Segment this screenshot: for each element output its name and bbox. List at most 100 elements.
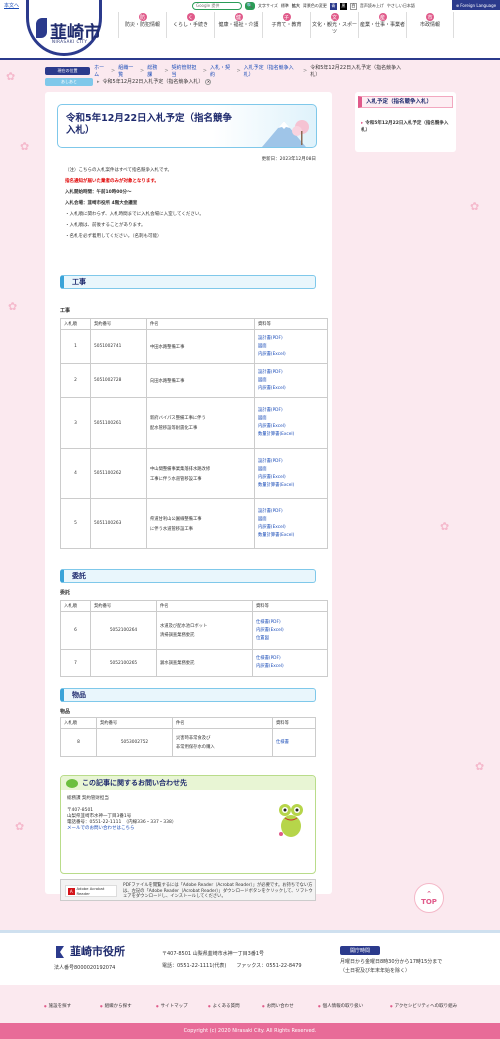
name-line: 清掃調査業務委託 (160, 633, 195, 638)
easy-japanese-button[interactable]: やさしい日本語 (387, 3, 415, 9)
footer-link-facility[interactable]: 施設を探す (44, 1003, 72, 1009)
footer-link-faq[interactable]: よくある質問 (208, 1003, 240, 1009)
footer-link-privacy[interactable]: 個人情報の取り扱い (318, 1003, 364, 1009)
sidebar-item-current[interactable]: 令和5年12月22日入札予定（指名競争入札） (361, 120, 451, 134)
footer-link-accessibility[interactable]: アクセシビリティへの取り組み (390, 1003, 458, 1009)
drawing-link[interactable]: 図面 (258, 516, 324, 524)
breadcrumb-nyusatsu[interactable]: 入札・契約 (210, 64, 234, 78)
footer-link-org[interactable]: 組織から探す (100, 1003, 132, 1009)
note-text-red: 指名通知が届いた業者のみが対象となります。 (65, 179, 159, 184)
spec-link[interactable]: 仕様書 (276, 739, 312, 747)
foreign-language-button[interactable]: ⊕ Foreign Language (452, 0, 500, 10)
note-time: 入札開始時間：午前10時00分～ (65, 190, 132, 195)
sakura-petal-icon: ✿ (440, 520, 450, 533)
breadcrumb-yotei[interactable]: 入札予定（指名競争入札） (244, 64, 300, 78)
bg-blue-button[interactable]: 青 (329, 2, 337, 10)
nav-disaster[interactable]: 防防災・防犯情報 (118, 12, 166, 38)
design-pdf-link[interactable]: 設計書(PDF) (258, 407, 324, 415)
skip-link[interactable]: 本文へ (4, 2, 19, 9)
drawing-link[interactable]: 図面 (258, 415, 324, 423)
name-line: 非常用保存水の購入 (176, 745, 215, 750)
name-line: に伴う水道管移設工事 (150, 526, 193, 532)
quantity-excel-link[interactable]: 数量計算書(Excel) (258, 431, 324, 439)
design-pdf-link[interactable]: 設計書(PDF) (258, 335, 324, 343)
section-subheading: 委託 (60, 590, 71, 596)
breadcrumb-org[interactable]: 組織一覧 (118, 64, 137, 78)
design-pdf-link[interactable]: 設計書(PDF) (258, 508, 324, 516)
history-item[interactable]: 令和5年12月22日入札予定（指名競争入札） (103, 78, 204, 85)
breakdown-excel-link[interactable]: 内訳書(Excel) (258, 524, 324, 532)
arrow-up-icon: ⌃ (426, 890, 432, 898)
breadcrumb-keiyaku[interactable]: 契約管財担当 (172, 64, 200, 78)
search-input[interactable]: Google 提供 (192, 2, 242, 10)
name-cell: 災害時非常食及び 非常用保存水の購入 (172, 728, 273, 757)
breakdown-excel-link[interactable]: 内訳書(Excel) (258, 351, 324, 359)
number-cell: 5051002741 (90, 329, 147, 364)
bg-white-button[interactable]: 白 (349, 2, 357, 10)
contact-mail-link[interactable]: メールでのお問い合わせはこちら (67, 826, 135, 831)
table-row: 5 5051100263 県道甘利山公園線整備工事 に伴う水道管移設工事 設計書(… (60, 498, 328, 549)
breakdown-excel-link[interactable]: 内訳書(Excel) (258, 474, 324, 482)
nav-industry[interactable]: 産産業・仕事・事業者 (358, 12, 406, 38)
nav-childcare[interactable]: 子子育て・教育 (262, 12, 310, 38)
breakdown-excel-link[interactable]: 内訳書(Excel) (256, 663, 324, 671)
breakdown-excel-link[interactable]: 内訳書(Excel) (256, 627, 324, 635)
sidebar-title: 入札予定（指名競争入札） (358, 96, 453, 108)
pdf-notice: A Adobe Acrobat Reader PDFファイルを閲覧するには「Ado… (60, 879, 316, 901)
footer-address: 〒407-8501 山梨県韮崎市水神一丁目3番1号 (162, 951, 265, 957)
sidebar: 入札予定（指名競争入札） 令和5年12月22日入札予定（指名競争入札） (355, 92, 456, 152)
breadcrumb-home[interactable]: ホーム (94, 64, 108, 78)
breakdown-excel-link[interactable]: 内訳書(Excel) (258, 385, 324, 393)
search-icon: 🔍 (246, 3, 254, 9)
drawing-link[interactable]: 図面 (258, 377, 324, 385)
nav-health[interactable]: 健健康・福祉・介護 (214, 12, 262, 38)
location-map-link[interactable]: 位置図 (256, 635, 324, 643)
spec-pdf-link[interactable]: 仕様書(PDF) (256, 619, 324, 627)
search-button[interactable]: 🔍 (245, 2, 255, 10)
section-heading-goods: 物品 (60, 688, 316, 702)
hours-line: 月曜日から金曜日8時30分から17時15分まで (340, 959, 443, 965)
quantity-excel-link[interactable]: 数量計算書(Excel) (258, 482, 324, 490)
site-logo-sub: NIRASAKI CITY (52, 39, 88, 44)
spec-pdf-link[interactable]: 仕様書(PDF) (256, 655, 324, 663)
quantity-excel-link[interactable]: 数量計算書(Excel) (258, 532, 324, 540)
order-cell: 5 (60, 498, 91, 549)
font-standard-button[interactable]: 標準 (281, 3, 289, 9)
footer-link-sitemap[interactable]: サイトマップ (156, 1003, 188, 1009)
city-mark-icon (56, 946, 64, 958)
col-number: 契約番号 (90, 318, 147, 330)
breadcrumb-sep: > (164, 67, 169, 74)
name-cell: 漏水調査業務委託 (156, 649, 253, 677)
site-footer: 韮崎市役所 法人番号8000020192074 〒407-8501 山梨県韮崎市… (0, 930, 500, 985)
bg-black-button[interactable]: 黒 (339, 2, 347, 10)
history-close-icon[interactable]: ✕ (205, 78, 212, 85)
breadcrumb-soumu[interactable]: 総務課 (147, 64, 161, 78)
order-cell: 7 (60, 649, 91, 677)
name-cell: 向田水路整備工事 (146, 363, 255, 398)
name-cell: 県道甘利山公園線整備工事 に伴う水道管移設工事 (146, 498, 255, 549)
nav-life[interactable]: くくらし・手続き (166, 12, 214, 38)
design-pdf-link[interactable]: 設計書(PDF) (258, 369, 324, 377)
order-cell: 3 (60, 397, 91, 449)
drawing-link[interactable]: 図面 (258, 466, 324, 474)
back-to-top-label: TOP (421, 898, 437, 906)
breakdown-excel-link[interactable]: 内訳書(Excel) (258, 423, 324, 431)
col-number: 契約番号 (90, 600, 157, 612)
table-header-row: 入札順 契約番号 件名 資料等 (60, 318, 328, 330)
col-name: 件名 (172, 717, 273, 729)
table-header-row: 入札順 契約番号 件名 資料等 (60, 600, 328, 612)
title-banner: 令和5年12月22日入札予定（指名競争入札） (57, 104, 317, 148)
nav-culture[interactable]: 文文化・観光・スポーツ (310, 12, 358, 38)
design-pdf-link[interactable]: 設計書(PDF) (258, 458, 324, 466)
col-order: 入札順 (60, 717, 97, 729)
nav-city[interactable]: 市市政情報 (406, 12, 454, 38)
table-row: 7 5052100265 漏水調査業務委託 仕様書(PDF) 内訳書(Excel) (60, 649, 328, 677)
drawing-link[interactable]: 図面 (258, 343, 324, 351)
adobe-reader-download-button[interactable]: A Adobe Acrobat Reader (65, 885, 117, 897)
back-to-top-button[interactable]: ⌃ TOP (414, 883, 444, 913)
reading-button[interactable]: 音声読み上げ (360, 3, 384, 9)
font-large-button[interactable]: 拡大 (292, 3, 300, 9)
consign-table: 入札順 契約番号 件名 資料等 6 5052100264 水道及び配水池ロボット… (60, 600, 328, 677)
breadcrumb-sep: > (303, 67, 308, 74)
footer-link-contact[interactable]: お問い合わせ (262, 1003, 294, 1009)
